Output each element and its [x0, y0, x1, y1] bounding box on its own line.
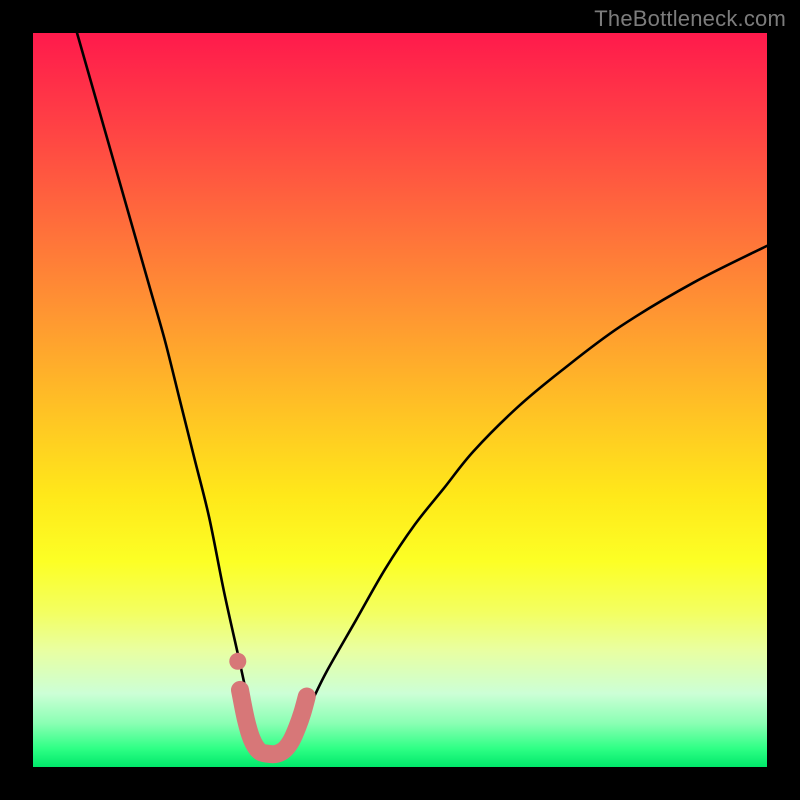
curve-layer [33, 33, 767, 767]
bottleneck-curve-path [77, 33, 767, 753]
bottleneck-curve [77, 33, 767, 753]
highlight-markers [229, 653, 306, 754]
outer-frame: TheBottleneck.com [0, 0, 800, 800]
plot-area [33, 33, 767, 767]
highlight-stroke [240, 690, 307, 754]
highlight-dot [229, 653, 246, 670]
watermark-text: TheBottleneck.com [594, 6, 786, 32]
